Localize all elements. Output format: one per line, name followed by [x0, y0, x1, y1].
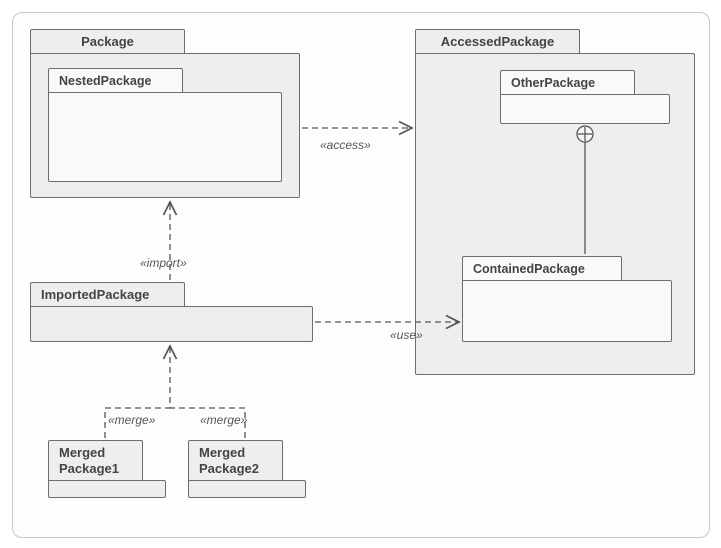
- merge2-label: «merge»: [200, 413, 247, 427]
- use-label: «use»: [390, 328, 423, 342]
- access-label: «access»: [320, 138, 371, 152]
- merged2-label: Merged Package2: [199, 445, 259, 476]
- imported-label: ImportedPackage: [41, 287, 149, 302]
- other-label: OtherPackage: [511, 76, 595, 90]
- import-label: «import»: [140, 256, 187, 270]
- accessed-label: AccessedPackage: [441, 34, 554, 49]
- contained-label: ContainedPackage: [473, 262, 585, 276]
- merged1-label: Merged Package1: [59, 445, 119, 476]
- merge1-label: «merge»: [108, 413, 155, 427]
- package-label: Package: [81, 34, 134, 49]
- nested-label: NestedPackage: [59, 74, 151, 88]
